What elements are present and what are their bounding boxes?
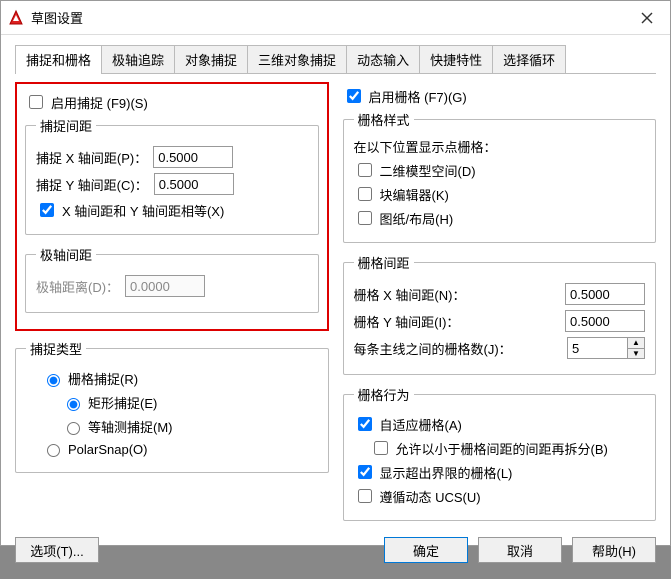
subdivide-input[interactable]: [374, 441, 388, 455]
tab-polar-tracking[interactable]: 极轴追踪: [101, 45, 175, 73]
grid-x-label: 栅格 X 轴间距(N)：: [354, 285, 560, 304]
snap-y-input[interactable]: [154, 173, 234, 195]
layout-label: 图纸/布局(H): [380, 209, 454, 228]
polar-spacing-group: 极轴间距 极轴距离(D)：: [25, 245, 319, 313]
polar-spacing-legend: 极轴间距: [36, 245, 96, 264]
grid-spacing-group: 栅格间距 栅格 X 轴间距(N)： 栅格 Y 轴间距(I)： 每条主线之间的栅格…: [343, 253, 657, 375]
app-icon: [7, 9, 25, 27]
adaptive-grid-label: 自适应栅格(A): [380, 415, 462, 434]
grid-style-legend: 栅格样式: [354, 110, 414, 129]
iso-snap-radio[interactable]: 等轴测捕捉(M): [26, 417, 318, 436]
tab-quick-props[interactable]: 快捷特性: [419, 45, 493, 73]
snap-type-legend: 捕捉类型: [26, 339, 86, 358]
subdivide-checkbox[interactable]: 允许以小于栅格间距的间距再拆分(B): [354, 438, 646, 458]
grid-y-input[interactable]: [565, 310, 645, 332]
block-editor-input[interactable]: [358, 187, 372, 201]
beyond-limits-checkbox[interactable]: 显示超出界限的栅格(L): [354, 462, 646, 482]
grid-major-label: 每条主线之间的栅格数(J)：: [354, 339, 562, 358]
block-editor-checkbox[interactable]: 块编辑器(K): [354, 184, 646, 204]
grid-behavior-legend: 栅格行为: [354, 385, 414, 404]
grid-y-label: 栅格 Y 轴间距(I)：: [354, 312, 560, 331]
polar-dist-input: [125, 275, 205, 297]
adaptive-grid-checkbox[interactable]: 自适应栅格(A): [354, 414, 646, 434]
snap-spacing-legend: 捕捉间距: [36, 116, 96, 135]
polar-snap-input[interactable]: [47, 444, 60, 457]
rect-snap-input[interactable]: [67, 398, 80, 411]
stepper-down-icon[interactable]: ▼: [628, 349, 644, 359]
block-editor-label: 块编辑器(K): [380, 185, 449, 204]
cancel-button[interactable]: 取消: [478, 537, 562, 563]
dialog-body: 捕捉和栅格 极轴追踪 对象捕捉 三维对象捕捉 动态输入 快捷特性 选择循环 启用…: [1, 35, 670, 579]
stepper-up-icon[interactable]: ▲: [628, 338, 644, 349]
stepper-arrows[interactable]: ▲ ▼: [627, 337, 645, 359]
tabstrip: 捕捉和栅格 极轴追踪 对象捕捉 三维对象捕捉 动态输入 快捷特性 选择循环: [15, 45, 656, 74]
follow-ucs-input[interactable]: [358, 489, 372, 503]
enable-snap-checkbox[interactable]: 启用捕捉 (F9)(S): [25, 92, 319, 112]
snap-type-group: 捕捉类型 栅格捕捉(R) 矩形捕捉(E) 等轴测捕捉(M): [15, 339, 329, 473]
snap-x-label: 捕捉 X 轴间距(P)：: [36, 148, 147, 167]
model-space-checkbox[interactable]: 二维模型空间(D): [354, 160, 646, 180]
tab-object-snap[interactable]: 对象捕捉: [174, 45, 248, 73]
tab-selection-cycling[interactable]: 选择循环: [492, 45, 566, 73]
subdivide-label: 允许以小于栅格间距的间距再拆分(B): [396, 439, 608, 458]
adaptive-grid-input[interactable]: [358, 417, 372, 431]
dialog-window: 草图设置 捕捉和栅格 极轴追踪 对象捕捉 三维对象捕捉 动态输入 快捷特性 选择…: [0, 0, 671, 546]
snap-equal-checkbox[interactable]: X 轴间距和 Y 轴间距相等(X): [36, 200, 308, 220]
grid-x-input[interactable]: [565, 283, 645, 305]
tab-dynamic-input[interactable]: 动态输入: [346, 45, 420, 73]
footer: 选项(T)... 确定 取消 帮助(H): [15, 531, 656, 569]
help-button[interactable]: 帮助(H): [572, 537, 656, 563]
rect-snap-radio[interactable]: 矩形捕捉(E): [26, 393, 318, 412]
grid-behavior-group: 栅格行为 自适应栅格(A) 允许以小于栅格间距的间距再拆分(B) 显示超出界限的…: [343, 385, 657, 521]
tab-snap-grid[interactable]: 捕捉和栅格: [15, 45, 102, 73]
titlebar: 草图设置: [1, 1, 670, 35]
enable-snap-input[interactable]: [29, 95, 43, 109]
iso-snap-input[interactable]: [67, 422, 80, 435]
grid-style-subhead: 在以下位置显示点栅格：: [354, 137, 646, 156]
polar-dist-label: 极轴距离(D)：: [36, 277, 119, 296]
enable-grid-checkbox[interactable]: 启用栅格 (F7)(G): [343, 86, 657, 106]
beyond-limits-label: 显示超出界限的栅格(L): [380, 463, 513, 482]
grid-major-stepper[interactable]: ▲ ▼: [567, 337, 645, 359]
model-space-label: 二维模型空间(D): [380, 161, 476, 180]
polar-snap-radio[interactable]: PolarSnap(O): [26, 441, 318, 457]
layout-checkbox[interactable]: 图纸/布局(H): [354, 208, 646, 228]
snap-x-input[interactable]: [153, 146, 233, 168]
layout-input[interactable]: [358, 211, 372, 225]
grid-snap-label: 栅格捕捉(R): [68, 369, 138, 388]
tab-3d-object-snap[interactable]: 三维对象捕捉: [247, 45, 347, 73]
grid-snap-radio[interactable]: 栅格捕捉(R): [26, 369, 318, 388]
right-column: 启用栅格 (F7)(G) 栅格样式 在以下位置显示点栅格： 二维模型空间(D) …: [343, 82, 657, 531]
highlight-box: 启用捕捉 (F9)(S) 捕捉间距 捕捉 X 轴间距(P)： 捕捉 Y 轴间距(…: [15, 82, 329, 331]
snap-equal-input[interactable]: [40, 203, 54, 217]
ok-button[interactable]: 确定: [384, 537, 468, 563]
window-title: 草图设置: [31, 8, 83, 27]
options-button[interactable]: 选项(T)...: [15, 537, 99, 563]
beyond-limits-input[interactable]: [358, 465, 372, 479]
snap-spacing-group: 捕捉间距 捕捉 X 轴间距(P)： 捕捉 Y 轴间距(C)： X 轴间距和 Y …: [25, 116, 319, 235]
follow-ucs-label: 遵循动态 UCS(U): [380, 487, 481, 506]
model-space-input[interactable]: [358, 163, 372, 177]
grid-major-input[interactable]: [567, 337, 627, 359]
snap-equal-label: X 轴间距和 Y 轴间距相等(X): [62, 201, 224, 220]
grid-style-group: 栅格样式 在以下位置显示点栅格： 二维模型空间(D) 块编辑器(K) 图纸/布局…: [343, 110, 657, 243]
iso-snap-label: 等轴测捕捉(M): [88, 417, 173, 436]
close-button[interactable]: [624, 1, 670, 35]
rect-snap-label: 矩形捕捉(E): [88, 393, 157, 412]
polar-snap-label: PolarSnap(O): [68, 442, 147, 457]
tab-content: 启用捕捉 (F9)(S) 捕捉间距 捕捉 X 轴间距(P)： 捕捉 Y 轴间距(…: [15, 74, 656, 531]
enable-grid-input[interactable]: [347, 89, 361, 103]
left-column: 启用捕捉 (F9)(S) 捕捉间距 捕捉 X 轴间距(P)： 捕捉 Y 轴间距(…: [15, 82, 329, 531]
follow-ucs-checkbox[interactable]: 遵循动态 UCS(U): [354, 486, 646, 506]
grid-spacing-legend: 栅格间距: [354, 253, 414, 272]
grid-snap-input[interactable]: [47, 374, 60, 387]
enable-snap-label: 启用捕捉 (F9)(S): [51, 93, 148, 112]
snap-y-label: 捕捉 Y 轴间距(C)：: [36, 175, 148, 194]
enable-grid-label: 启用栅格 (F7)(G): [369, 87, 467, 106]
